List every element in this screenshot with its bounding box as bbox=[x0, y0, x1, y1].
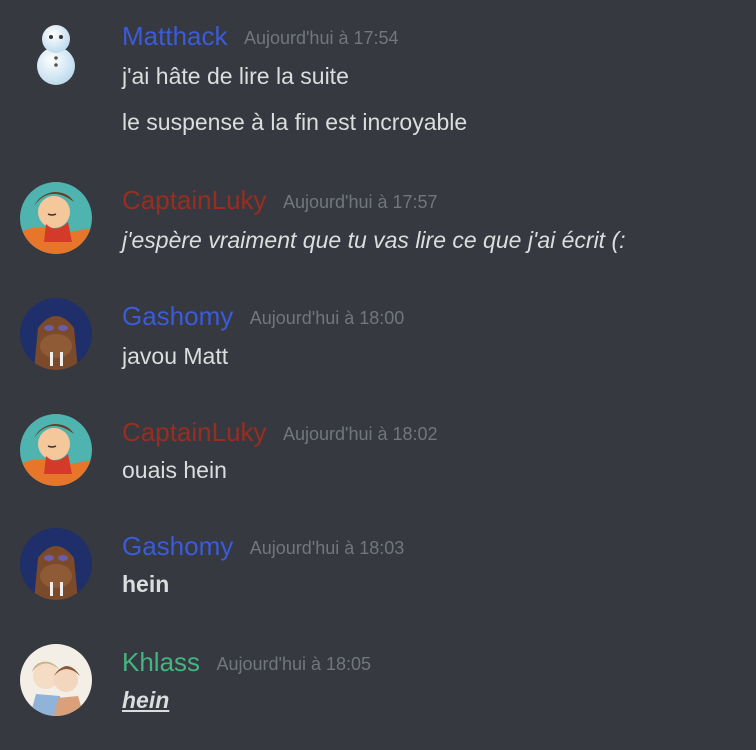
message-header: Gashomy Aujourd'hui à 18:00 bbox=[122, 300, 404, 332]
message-header: Khlass Aujourd'hui à 18:05 bbox=[122, 646, 371, 678]
message-text: j'ai hâte de lire la suite bbox=[122, 63, 349, 89]
chat-messages: Matthack Aujourd'hui à 17:54 j'ai hâte d… bbox=[0, 0, 756, 750]
timestamp: Aujourd'hui à 17:57 bbox=[283, 192, 438, 212]
timestamp: Aujourd'hui à 18:02 bbox=[283, 424, 438, 444]
anime-character-avatar-icon[interactable] bbox=[20, 182, 92, 254]
username[interactable]: CaptainLuky bbox=[122, 417, 267, 447]
timestamp: Aujourd'hui à 18:05 bbox=[216, 654, 372, 674]
anime-duo-avatar-icon[interactable] bbox=[20, 644, 92, 716]
snowman-avatar-icon[interactable] bbox=[20, 20, 92, 92]
username[interactable]: Gashomy bbox=[122, 301, 233, 331]
username[interactable]: CaptainLuky bbox=[122, 185, 267, 215]
walrus-avatar-icon[interactable] bbox=[20, 298, 92, 370]
timestamp: Aujourd'hui à 18:03 bbox=[249, 538, 405, 558]
message-text: j'espère vraiment que tu vas lire ce que… bbox=[122, 227, 626, 253]
message-text: le suspense à la fin est incroyable bbox=[122, 109, 468, 135]
anime-character-avatar-icon[interactable] bbox=[20, 414, 92, 486]
timestamp: Aujourd'hui à 17:54 bbox=[243, 28, 399, 48]
walrus-avatar-icon[interactable] bbox=[20, 528, 92, 600]
message-text: javou Matt bbox=[122, 343, 229, 369]
message-text: hein bbox=[122, 687, 170, 713]
message-text: hein bbox=[122, 571, 170, 597]
username[interactable]: Gashomy bbox=[122, 531, 233, 561]
message-header: CaptainLuky Aujourd'hui à 17:57 bbox=[122, 184, 438, 216]
username[interactable]: Khlass bbox=[122, 647, 200, 677]
timestamp: Aujourd'hui à 18:00 bbox=[249, 308, 405, 328]
username[interactable]: Matthack bbox=[122, 21, 228, 51]
message-header: Gashomy Aujourd'hui à 18:03 bbox=[122, 530, 404, 562]
message-text: ouais hein bbox=[122, 457, 227, 483]
message-header: CaptainLuky Aujourd'hui à 18:02 bbox=[122, 416, 438, 448]
message-header: Matthack Aujourd'hui à 17:54 bbox=[122, 20, 399, 52]
